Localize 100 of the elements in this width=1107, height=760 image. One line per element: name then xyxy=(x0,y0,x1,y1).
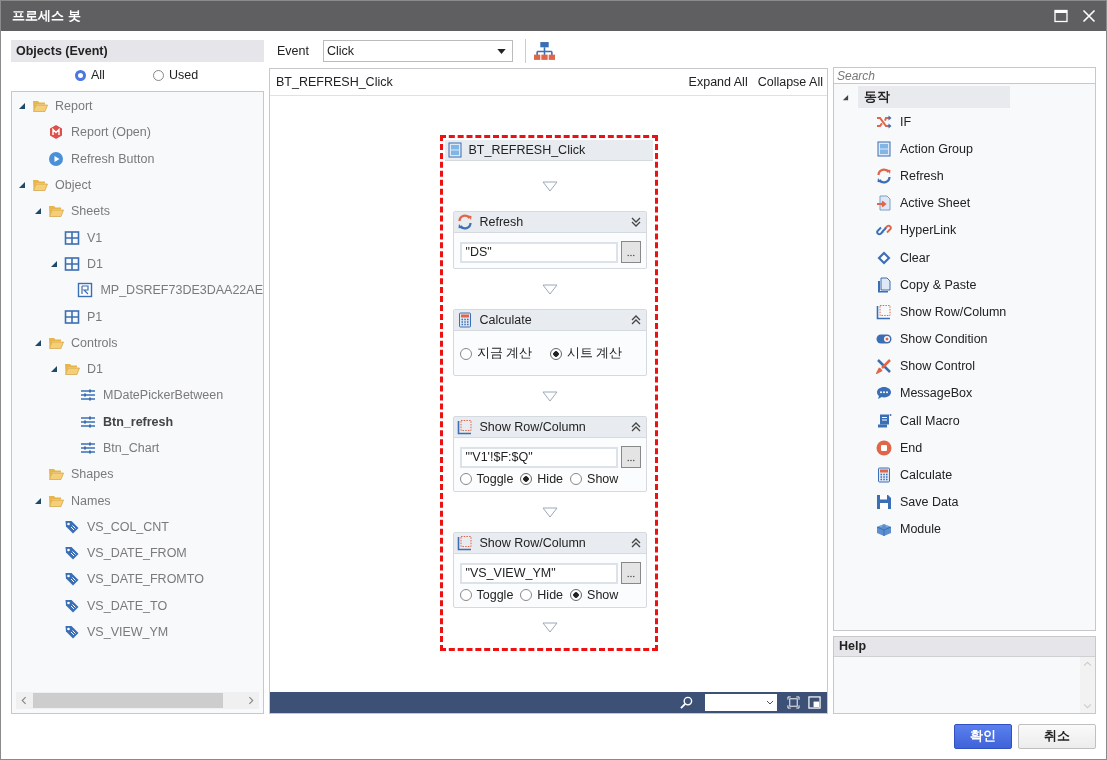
radio-label[interactable]: Show xyxy=(587,472,619,486)
radio-label[interactable]: Show xyxy=(587,588,619,602)
tree-item-label[interactable]: MP_DSREF73DE3DAA22AE xyxy=(100,283,263,298)
expand-triangle-icon[interactable] xyxy=(842,93,849,101)
radio-label[interactable]: Toggle xyxy=(476,472,514,486)
expand-triangle-icon[interactable] xyxy=(18,181,26,190)
tree-item-label[interactable]: Shapes xyxy=(71,467,114,482)
tree-item-label[interactable]: VS_DATE_FROMTO xyxy=(87,572,204,587)
tree-item-label[interactable]: Controls xyxy=(71,335,118,350)
action-card[interactable]: Show Row/Column "'V1'!$F:$Q" Toggle Hide Show xyxy=(452,416,647,492)
chevron-up-icon[interactable] xyxy=(629,421,642,433)
maximize-icon[interactable] xyxy=(1054,9,1068,23)
radio-button[interactable] xyxy=(550,347,562,360)
radio-label[interactable]: 지금 계산 xyxy=(476,345,532,362)
browse-button[interactable] xyxy=(620,562,641,584)
expand-triangle-icon[interactable] xyxy=(34,496,42,505)
tree-item-label[interactable]: VS_DATE_FROM xyxy=(87,546,187,561)
tree-item-label[interactable]: Object xyxy=(55,178,92,193)
action-list-item[interactable]: Show Control xyxy=(900,359,976,374)
radio-button[interactable] xyxy=(459,589,472,601)
browse-button[interactable] xyxy=(620,446,641,468)
collapse-all-link[interactable]: Collapse All xyxy=(757,75,823,89)
tree-item-label[interactable]: VS_DATE_TO xyxy=(87,598,168,613)
radio-button[interactable] xyxy=(570,473,583,485)
chevron-up-icon[interactable] xyxy=(629,537,642,549)
tree-item-label[interactable]: V1 xyxy=(87,230,103,245)
expand-triangle-icon[interactable] xyxy=(18,102,26,111)
scroll-left-icon[interactable] xyxy=(20,696,29,705)
search-field[interactable]: Search xyxy=(833,67,1096,84)
action-list-item[interactable]: Module xyxy=(900,522,941,537)
confirm-button[interactable]: 확인 xyxy=(954,724,1012,749)
tree-item-label[interactable]: Btn_Chart xyxy=(103,441,160,455)
action-list-item[interactable]: Clear xyxy=(900,250,930,265)
search-icon[interactable] xyxy=(680,696,693,709)
expand-all-link[interactable]: Expand All xyxy=(688,75,748,89)
folder-icon xyxy=(48,466,64,483)
refresh-icon xyxy=(876,167,892,184)
horizontal-scrollbar[interactable] xyxy=(16,692,259,709)
action-list-item[interactable]: Calculate xyxy=(900,468,953,483)
expand-triangle-icon[interactable] xyxy=(50,259,58,268)
tree-item-label[interactable]: VS_VIEW_YM xyxy=(87,625,169,640)
tree-item-label[interactable]: D1 xyxy=(87,256,103,271)
radio-label[interactable]: Used xyxy=(168,68,199,82)
action-list-item[interactable]: Refresh xyxy=(900,168,944,183)
tree-item-label[interactable]: VS_COL_CNT xyxy=(87,519,169,534)
radio-button[interactable] xyxy=(520,473,533,485)
radio-button[interactable] xyxy=(459,473,472,485)
radio-button[interactable] xyxy=(75,69,86,81)
tree-item-label[interactable]: D1 xyxy=(87,362,103,377)
window-icon[interactable] xyxy=(808,696,821,709)
tree-item-label[interactable]: Sheets xyxy=(71,204,110,219)
action-card[interactable]: Refresh "DS" xyxy=(452,211,647,269)
event-label: Event xyxy=(277,44,309,58)
group-header[interactable]: 동작 xyxy=(858,86,1010,108)
radio-label[interactable]: All xyxy=(91,68,105,82)
caret-icon[interactable] xyxy=(496,48,506,54)
expand-triangle-icon[interactable] xyxy=(50,365,58,374)
browse-button[interactable] xyxy=(620,241,641,263)
chevron-up-icon[interactable] xyxy=(629,314,642,326)
action-list-item[interactable]: Copy & Paste xyxy=(900,277,977,292)
action-list-item[interactable]: Active Sheet xyxy=(900,196,971,211)
action-list-item[interactable]: Show Row/Column xyxy=(900,304,1007,319)
action-list-item[interactable]: HyperLink xyxy=(900,223,957,238)
input-field[interactable]: "DS" xyxy=(459,241,618,263)
tree-item-label[interactable]: Refresh Button xyxy=(71,151,155,166)
action-list-item[interactable]: MessageBox xyxy=(900,386,973,401)
action-list-item[interactable]: Action Group xyxy=(900,141,973,156)
expand-triangle-icon[interactable] xyxy=(34,338,42,347)
tree-item-label[interactable]: Names xyxy=(71,493,111,508)
caret-icon[interactable] xyxy=(766,700,774,705)
radio-button[interactable] xyxy=(520,589,533,601)
tree-item-label[interactable]: Btn_refresh xyxy=(103,414,174,429)
close-icon[interactable] xyxy=(1082,9,1096,23)
action-list-item[interactable]: Call Macro xyxy=(900,413,960,428)
radio-label[interactable]: 시트 계산 xyxy=(567,345,623,362)
fit-screen-icon[interactable] xyxy=(787,696,800,709)
tree-item-label[interactable]: MDatePickerBetween xyxy=(103,388,224,403)
action-list-item[interactable]: Save Data xyxy=(900,495,959,510)
radio-label[interactable]: Toggle xyxy=(476,588,514,602)
input-field[interactable]: "'V1'!$F:$Q" xyxy=(459,446,618,468)
tree-item-label[interactable]: Report xyxy=(55,99,93,114)
radio-button[interactable] xyxy=(152,69,164,81)
radio-button[interactable] xyxy=(459,347,472,360)
expand-triangle-icon[interactable] xyxy=(34,207,42,216)
hierarchy-icon[interactable] xyxy=(533,41,555,61)
action-list-item[interactable]: IF xyxy=(900,114,912,129)
radio-label[interactable]: Hide xyxy=(537,472,564,486)
tree-item-label[interactable]: Report (Open) xyxy=(71,125,151,140)
input-field[interactable]: "VS_VIEW_YM" xyxy=(459,562,618,584)
action-card[interactable]: Calculate 지금 계산 시트 계산 xyxy=(452,309,647,376)
radio-button[interactable] xyxy=(570,589,583,601)
tree-item-label[interactable]: P1 xyxy=(87,309,103,324)
action-list-item[interactable]: End xyxy=(900,440,923,455)
chevron-down-icon[interactable] xyxy=(629,216,642,228)
action-card[interactable]: Show Row/Column "VS_VIEW_YM" Toggle Hide Show xyxy=(452,532,647,608)
action-list-item[interactable]: Show Condition xyxy=(900,332,988,347)
scroll-right-icon[interactable] xyxy=(246,696,255,705)
event-dropdown[interactable]: Click xyxy=(322,40,513,62)
cancel-button[interactable]: 취소 xyxy=(1018,724,1096,749)
radio-label[interactable]: Hide xyxy=(537,588,564,602)
